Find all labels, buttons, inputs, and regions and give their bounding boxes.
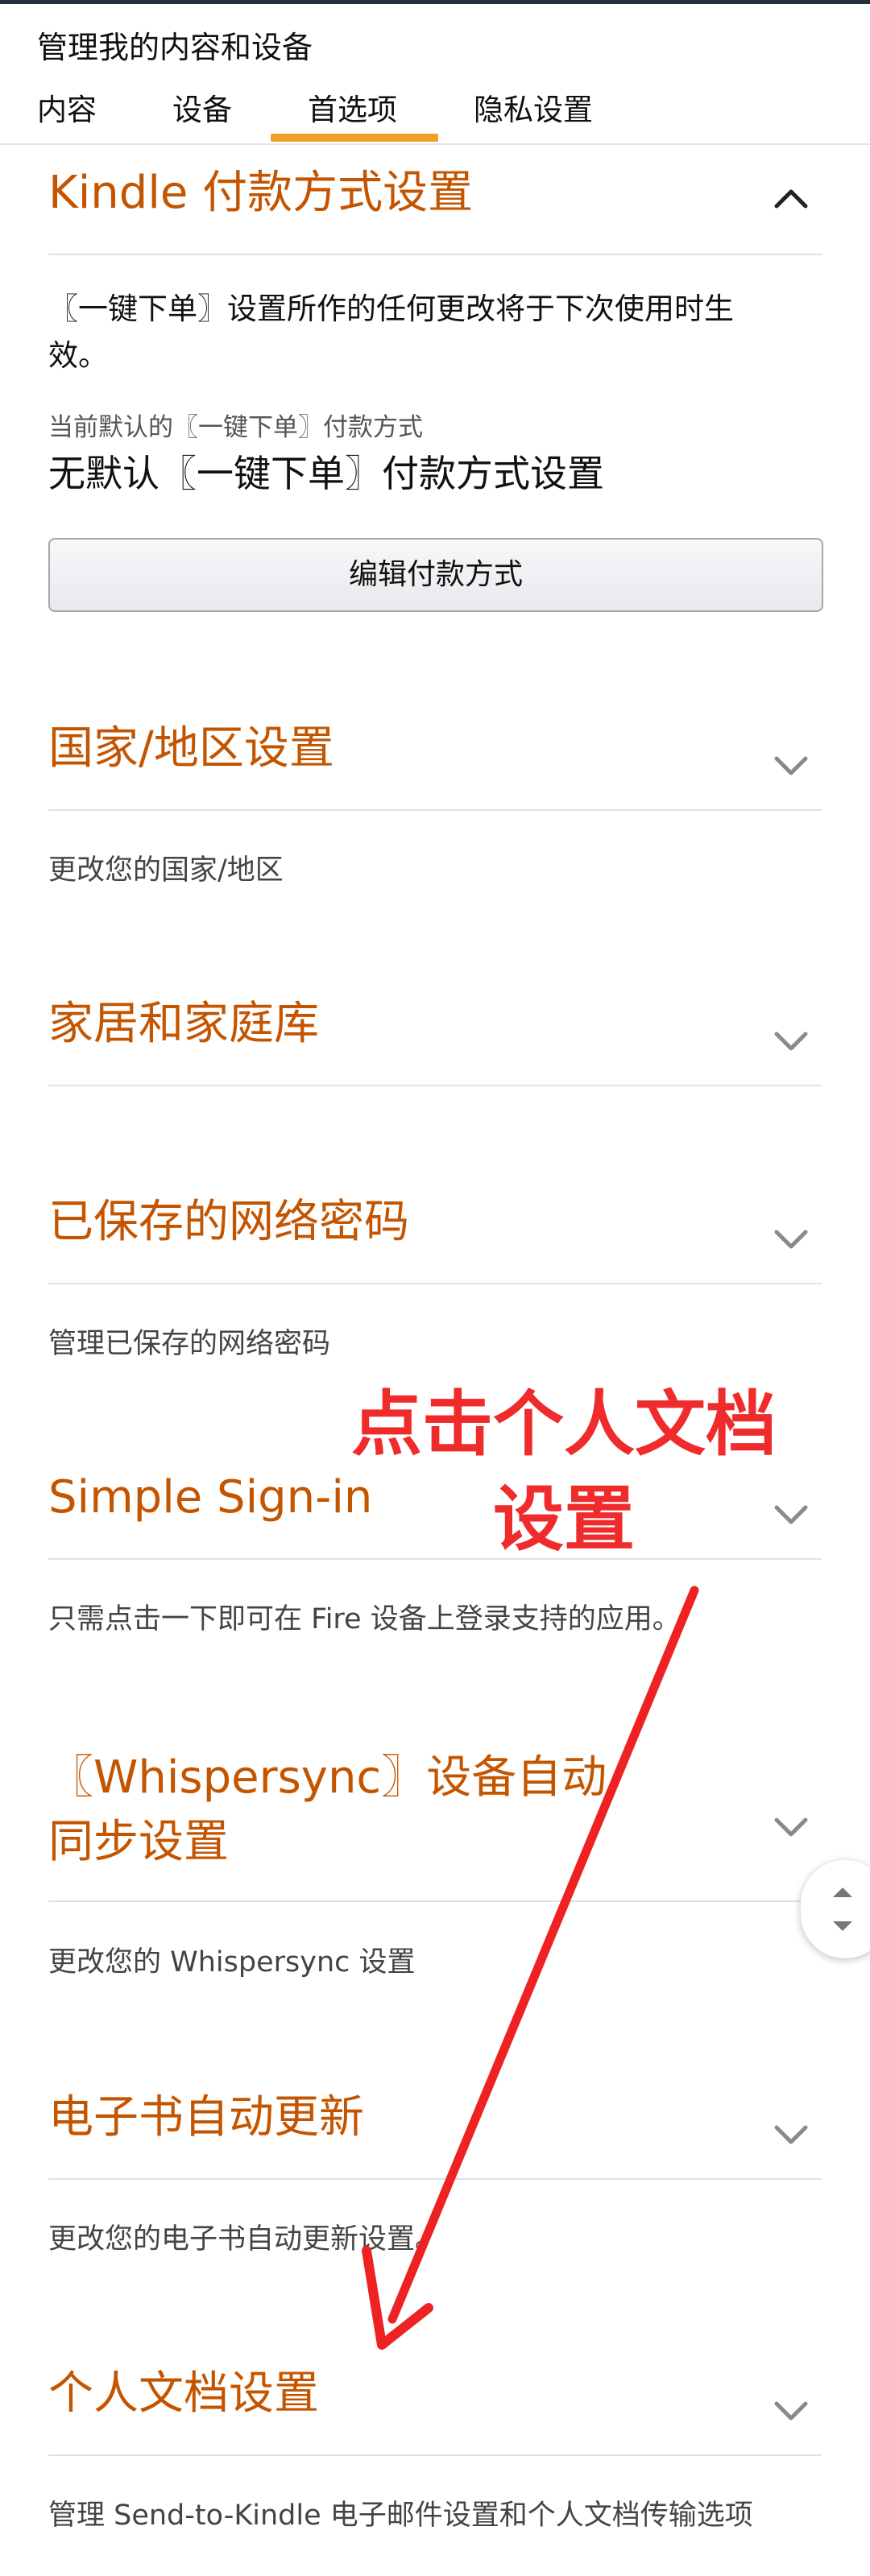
annotation-arrow [362,1586,699,2350]
